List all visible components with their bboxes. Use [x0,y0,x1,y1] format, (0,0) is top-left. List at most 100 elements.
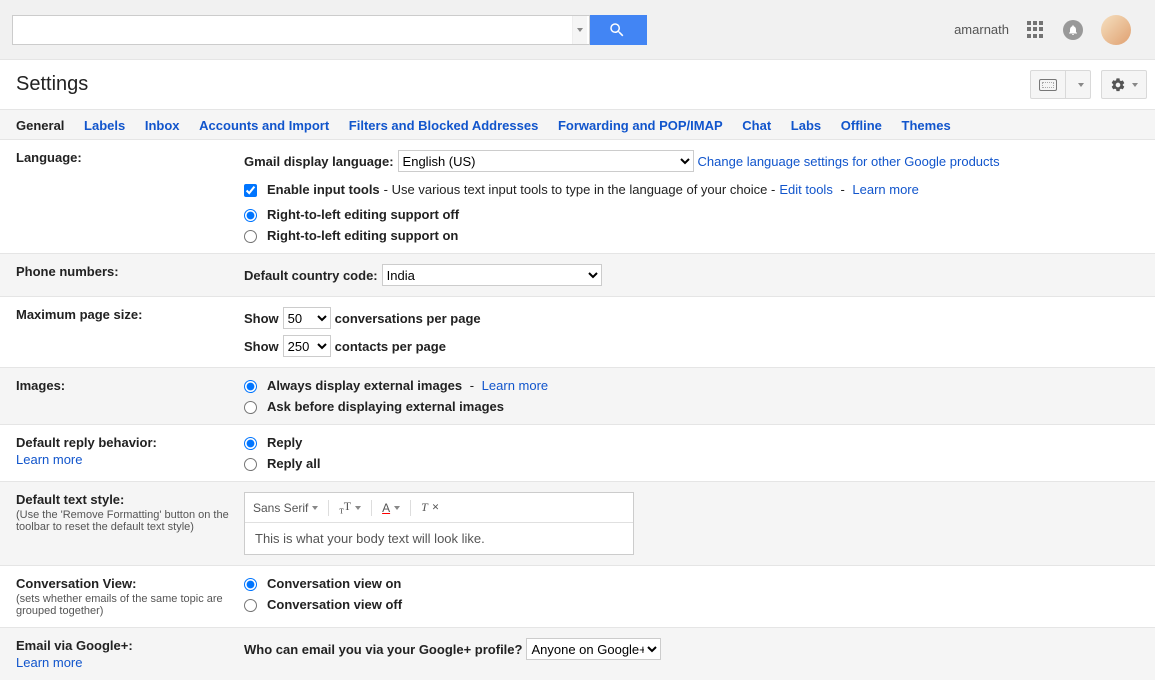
settings-tabs: General Labels Inbox Accounts and Import… [0,110,1155,140]
conversations-per-page-select[interactable]: 50 [283,307,331,329]
content-gplus: Who can email you via your Google+ profi… [244,638,1139,670]
display-language-label: Gmail display language: [244,154,394,169]
rtl-on-label: Right-to-left editing support on [267,228,458,243]
country-code-select[interactable]: India [382,264,602,286]
remove-formatting-button[interactable]: T✕ [421,500,439,515]
row-textstyle: Default text style: (Use the 'Remove For… [0,482,1155,566]
search-input[interactable] [12,15,590,45]
caret-down-icon [1078,83,1084,87]
settings-body: Language: Gmail display language: Englis… [0,140,1155,680]
page-title: Settings [16,73,88,96]
search-options-dropdown[interactable] [572,16,587,44]
caret-down-icon [394,506,400,510]
tab-offline[interactable]: Offline [841,118,882,133]
label-language: Language: [16,150,244,243]
reply-radio[interactable] [244,437,257,450]
enable-input-tools-label: Enable input tools [267,182,380,197]
row-reply: Default reply behavior: Learn more Reply… [0,425,1155,482]
images-ask-label: Ask before displaying external images [267,399,504,414]
text-style-toolbar: Sans Serif тT A T✕ [245,493,633,523]
conversation-on-label: Conversation view on [267,576,401,591]
page-header: Settings [0,60,1155,110]
conversation-off-radio[interactable] [244,599,257,612]
search-button[interactable] [587,15,647,45]
display-language-select[interactable]: English (US) [398,150,694,172]
caret-down-icon [312,506,318,510]
content-language: Gmail display language: English (US) Cha… [244,150,1139,243]
conversation-off-label: Conversation view off [267,597,402,612]
input-tools-button[interactable] [1030,70,1091,99]
reply-label: Reply [267,435,302,450]
font-family-picker[interactable]: Sans Serif [253,501,318,515]
images-learn-more-link[interactable]: Learn more [482,378,548,393]
content-reply: Reply Reply all [244,435,1139,471]
textstyle-hint: (Use the 'Remove Formatting' button on t… [16,509,244,533]
keyboard-icon [1039,79,1057,91]
row-images: Images: Always display external images -… [0,368,1155,425]
remove-formatting-icon: T [421,500,428,515]
content-textstyle: Sans Serif тT A T✕ This is what your bod… [244,492,1139,555]
tab-labels[interactable]: Labels [84,118,125,133]
enable-input-tools-desc: - Use various text input tools to type i… [384,182,776,197]
contacts-per-page-select[interactable]: 250 [283,335,331,357]
images-ask-radio[interactable] [244,401,257,414]
text-style-box: Sans Serif тT A T✕ This is what your bod… [244,492,634,555]
label-pagesize: Maximum page size: [16,307,244,357]
gplus-visibility-select[interactable]: Anyone on Google+ [526,638,661,660]
edit-tools-link[interactable]: Edit tools [779,182,832,197]
reply-all-radio[interactable] [244,458,257,471]
label-gplus: Email via Google+: Learn more [16,638,244,670]
country-code-label: Default country code: [244,268,378,283]
label-phone: Phone numbers: [16,264,244,286]
contacts-text: contacts per page [335,339,446,354]
caret-down-icon [1132,83,1138,87]
show-label-2: Show [244,339,279,354]
label-conversation: Conversation View: (sets whether emails … [16,576,244,617]
text-style-preview: This is what your body text will look li… [245,523,633,554]
gplus-learn-more-link[interactable]: Learn more [16,655,244,670]
tab-chat[interactable]: Chat [742,118,771,133]
tab-accounts[interactable]: Accounts and Import [199,118,329,133]
top-right-controls: amarnath [954,15,1147,45]
input-tools-learn-more-link[interactable]: Learn more [852,182,918,197]
caret-down-icon [355,506,361,510]
conversations-text: conversations per page [335,311,481,326]
apps-icon[interactable] [1027,21,1045,39]
gplus-question: Who can email you via your Google+ profi… [244,642,522,657]
tab-themes[interactable]: Themes [902,118,951,133]
header-toolbar [1030,70,1147,99]
avatar[interactable] [1101,15,1131,45]
tab-forwarding[interactable]: Forwarding and POP/IMAP [558,118,723,133]
search-icon [608,21,626,39]
settings-gear-button[interactable] [1101,70,1147,99]
row-gplus: Email via Google+: Learn more Who can em… [0,628,1155,680]
bell-icon [1067,24,1079,36]
tab-labs[interactable]: Labs [791,118,821,133]
font-color-picker[interactable]: A [382,501,400,515]
change-language-link[interactable]: Change language settings for other Googl… [698,154,1000,169]
row-conversation: Conversation View: (sets whether emails … [0,566,1155,628]
top-bar: amarnath [0,0,1155,60]
enable-input-tools-checkbox[interactable] [244,184,257,197]
tab-filters[interactable]: Filters and Blocked Addresses [349,118,539,133]
gear-icon [1110,77,1126,93]
images-always-label: Always display external images [267,378,462,393]
content-images: Always display external images - Learn m… [244,378,1139,414]
row-language: Language: Gmail display language: Englis… [0,140,1155,254]
notifications-button[interactable] [1063,20,1083,40]
font-size-picker[interactable]: тT [339,499,361,516]
tab-general[interactable]: General [16,118,64,133]
rtl-on-radio[interactable] [244,230,257,243]
reply-learn-more-link[interactable]: Learn more [16,452,244,467]
show-label-1: Show [244,311,279,326]
search-container [12,15,647,45]
row-phone: Phone numbers: Default country code: Ind… [0,254,1155,297]
content-conversation: Conversation view on Conversation view o… [244,576,1139,617]
images-always-radio[interactable] [244,380,257,393]
username-label[interactable]: amarnath [954,22,1009,37]
rtl-off-radio[interactable] [244,209,257,222]
content-phone: Default country code: India [244,264,1139,286]
tab-inbox[interactable]: Inbox [145,118,180,133]
reply-all-label: Reply all [267,456,320,471]
conversation-on-radio[interactable] [244,578,257,591]
